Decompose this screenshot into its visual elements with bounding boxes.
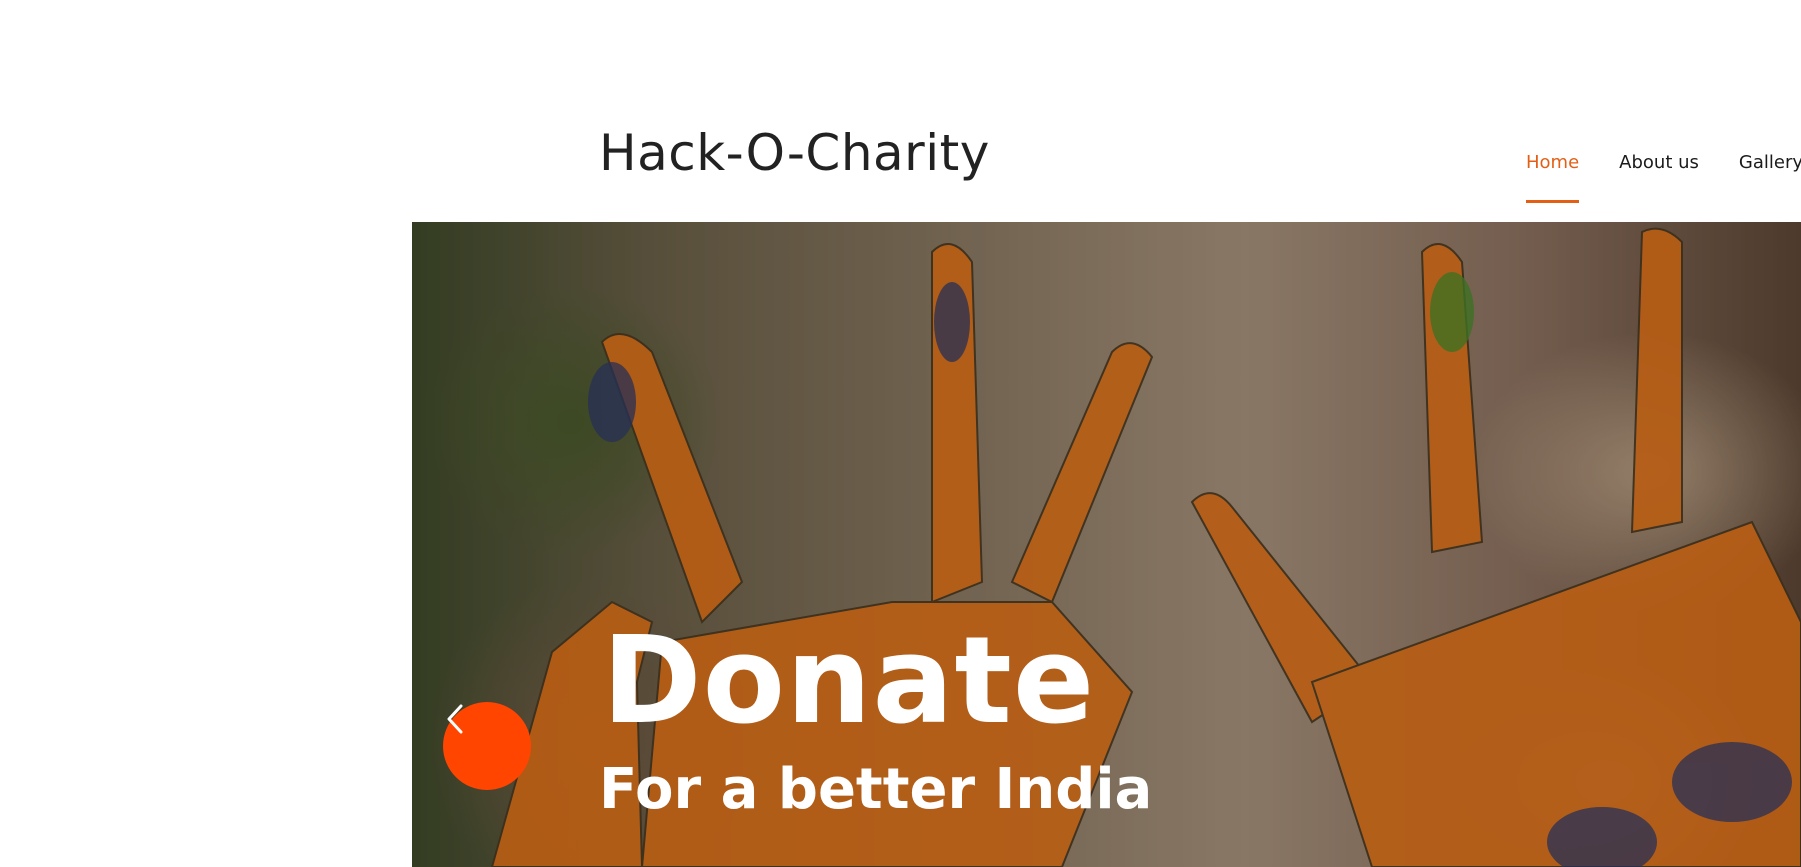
main-nav: Home About us Gallery (1526, 152, 1801, 203)
nav-item-home[interactable]: Home (1526, 152, 1580, 203)
hero-title: Donate (602, 612, 1096, 751)
nav-item-about-us[interactable]: About us (1619, 152, 1699, 203)
carousel-prev-button[interactable] (443, 702, 531, 790)
hero-carousel: Donate For a better India (412, 222, 1801, 867)
site-logo-text[interactable]: Hack-O-Charity (599, 124, 990, 182)
nav-item-gallery[interactable]: Gallery (1739, 152, 1801, 203)
chevron-left-icon (447, 704, 463, 734)
hero-subtitle: For a better India (599, 757, 1153, 822)
